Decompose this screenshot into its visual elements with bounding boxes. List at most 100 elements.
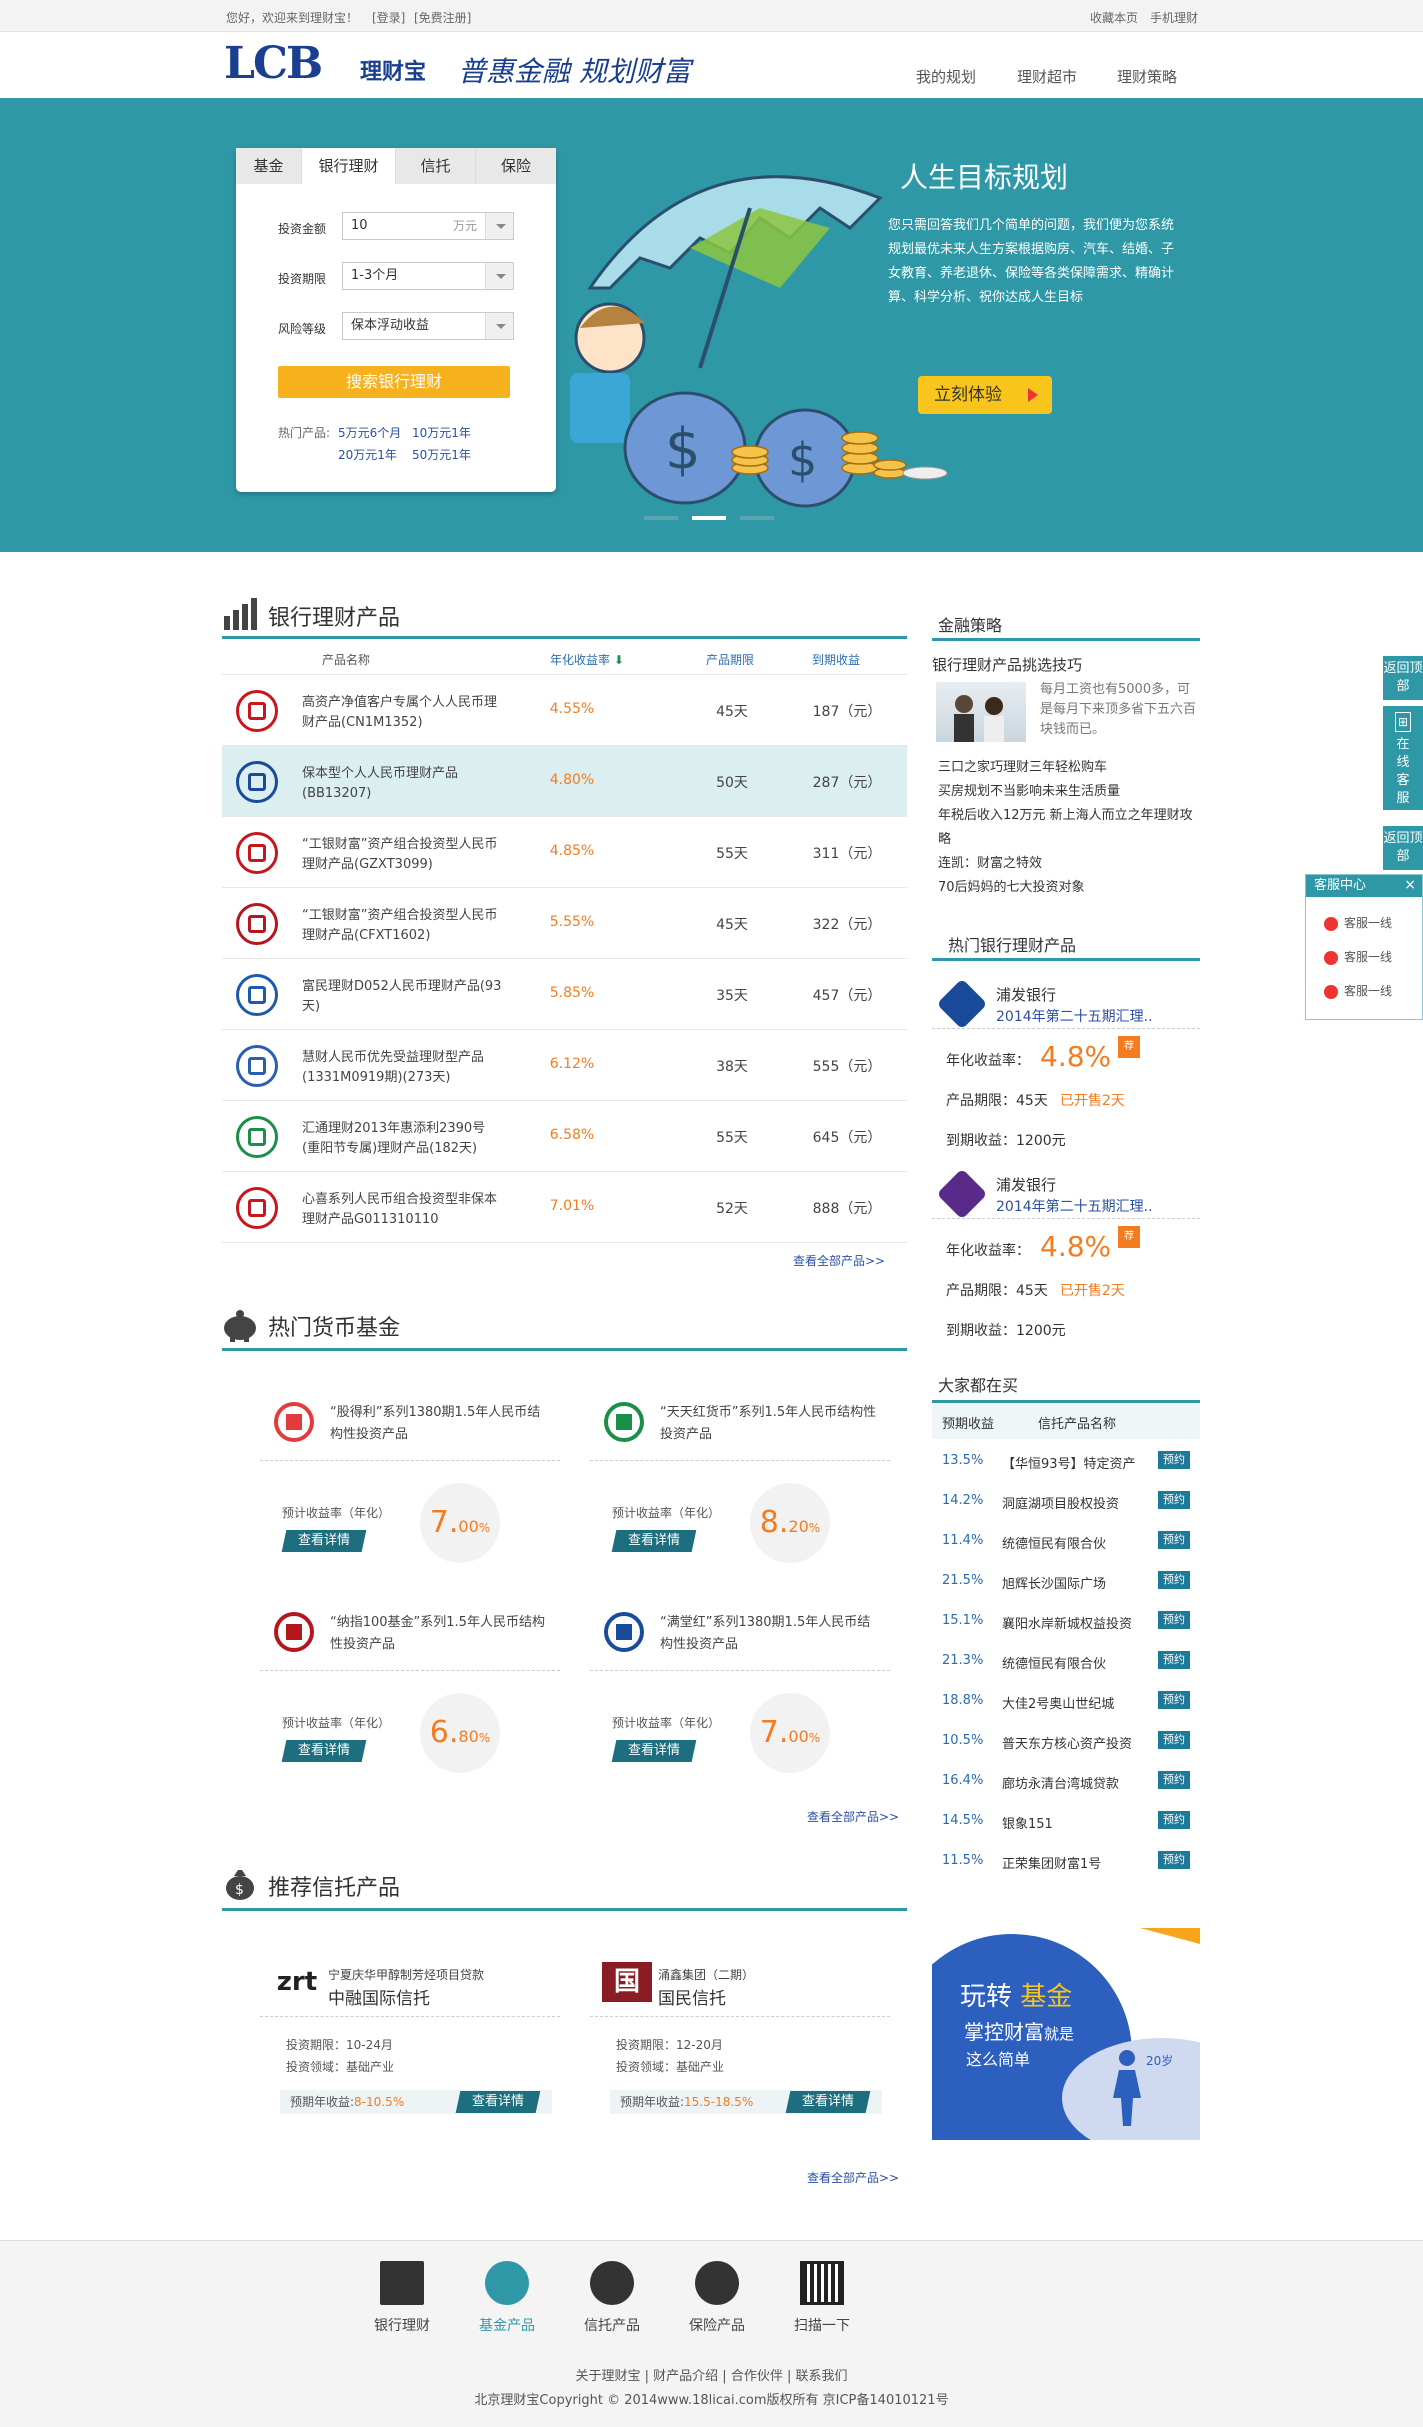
trusts-more-link[interactable]: 查看全部产品>> [807,2169,899,2186]
reserve-button[interactable]: 预约 [1158,1531,1190,1549]
fund-detail-button[interactable]: 查看详情 [611,1530,697,1552]
hot-bank-card[interactable]: 浦发银行 2014年第二十五期汇理.. 年化收益率： 4.8% 荐产品期限：45天 已开售… [932,1158,1200,1339]
col-rate[interactable]: 年化收益率 ⬇ [550,651,624,668]
buying-row[interactable]: 21.3% 统德恒民有限合伙 预约 [932,1641,1200,1681]
service-item[interactable]: 客服一线 [1312,945,1416,969]
buying-row[interactable]: 10.5% 普天东方核心资产投资 预约 [932,1721,1200,1761]
product-name[interactable]: 富民理财D052人民币理财产品(93天) [302,977,502,1017]
hot-bank-card[interactable]: 浦发银行 2014年第二十五期汇理.. 年化收益率： 4.8% 荐产品期限：45天 已开售… [932,968,1200,1149]
risk-select[interactable]: 保本浮动收益 [342,312,514,340]
buying-row[interactable]: 13.5% 【华恒93号】特定资产 预约 [932,1441,1200,1481]
buying-row[interactable]: 16.4% 廊坊永清台湾城贷款 预约 [932,1761,1200,1801]
table-row[interactable]: 富民理财D052人民币理财产品(93天) 5.85% 35天 457（元） [222,959,907,1030]
product-name[interactable]: 心喜系列人民币组合投资型非保本理财产品G011310110 [302,1190,502,1230]
cta-button[interactable]: 立刻体验 [918,376,1052,414]
reserve-button[interactable]: 预约 [1158,1571,1190,1589]
reserve-button[interactable]: 预约 [1158,1731,1190,1749]
buying-name[interactable]: 襄阳水岸新城权益投资 [1002,1613,1132,1632]
slider-dot[interactable] [644,516,678,520]
buying-name[interactable]: 旭辉长沙国际广场 [1002,1573,1106,1592]
hot-link-1[interactable]: 5万元6个月 [338,424,401,441]
table-row[interactable]: “工银财富”资产组合投资型人民币理财产品(CFXT1602) 5.55% 45天 32… [222,888,907,959]
buying-name[interactable]: 银象151 [1002,1813,1053,1832]
tab-bank[interactable]: 银行理财 [302,148,396,184]
hot-link-3[interactable]: 20万元1年 [338,446,397,463]
product-name[interactable]: 保本型个人人民币理财产品(BB13207) [302,764,502,804]
fund-name[interactable]: “股得利”系列1380期1.5年人民币结构性投资产品 [330,1402,550,1446]
buying-row[interactable]: 18.8% 大佳2号奥山世纪城 预约 [932,1681,1200,1721]
product-name[interactable]: 高资产净值客户专属个人人民币理财产品(CN1M1352) [302,693,502,733]
footer-nav-1[interactable]: 基金产品 [457,2261,557,2335]
strategy-link[interactable]: 三口之家巧理财三年轻松购车 [938,756,1200,780]
table-row[interactable]: 保本型个人人民币理财产品(BB13207) 4.80% 50天 287（元） [222,746,907,817]
hot-product-name[interactable]: 2014年第二十五期汇理.. [996,1196,1153,1216]
strategy-link[interactable]: 连凯：财富之特效 [938,852,1200,876]
buying-row[interactable]: 15.1% 襄阳水岸新城权益投资 预约 [932,1601,1200,1641]
buying-row[interactable]: 11.4% 统德恒民有限合伙 预约 [932,1521,1200,1561]
buying-row[interactable]: 14.5% 银象151 预约 [932,1801,1200,1841]
hot-link-2[interactable]: 10万元1年 [412,424,471,441]
table-row[interactable]: 汇通理财2013年惠添利2390号(重阳节专属)理财产品(182天) 6.58% 5… [222,1101,907,1172]
fund-name[interactable]: “满堂红”系列1380期1.5年人民币结构性投资产品 [660,1612,880,1656]
buying-name[interactable]: 【华恒93号】特定资产 [1002,1453,1136,1472]
slider-dot[interactable] [740,516,774,520]
nav-strategy[interactable]: 理财策略 [1117,66,1177,87]
close-icon[interactable]: × [1404,877,1416,893]
trust-company[interactable]: 中融国际信托 [328,1984,430,2009]
service-item[interactable]: 客服一线 [1312,979,1416,1003]
table-row[interactable]: 慧财人民币优先受益理财型产品(1331M0919期)(273天) 6.12% 38天… [222,1030,907,1101]
buying-row[interactable]: 14.2% 洞庭湖项目股权投资 预约 [932,1481,1200,1521]
tab-fund[interactable]: 基金 [236,148,302,184]
product-name[interactable]: “工银财富”资产组合投资型人民币理财产品(GZXT3099) [302,835,502,875]
strategy-link[interactable]: 70后妈妈的七大投资对象 [938,876,1200,900]
back-to-top-button-2[interactable]: 返回顶部 [1383,826,1423,870]
strategy-thumbnail[interactable] [936,682,1026,742]
reserve-button[interactable]: 预约 [1158,1491,1190,1509]
tab-trust[interactable]: 信托 [396,148,476,184]
reserve-button[interactable]: 预约 [1158,1651,1190,1669]
hot-product-name[interactable]: 2014年第二十五期汇理.. [996,1006,1153,1026]
register-link[interactable]: [免费注册] [414,9,471,26]
bookmark-link[interactable]: 收藏本页 [1090,9,1138,26]
logo[interactable]: LCB [224,38,323,89]
funds-more-link[interactable]: 查看全部产品>> [807,1808,899,1825]
footer-nav-3[interactable]: 保险产品 [667,2261,767,2335]
buying-name[interactable]: 大佳2号奥山世纪城 [1002,1693,1114,1712]
footer-nav-2[interactable]: 信托产品 [562,2261,662,2335]
buying-name[interactable]: 统德恒民有限合伙 [1002,1533,1106,1552]
reserve-button[interactable]: 预约 [1158,1851,1190,1869]
fund-detail-button[interactable]: 查看详情 [281,1530,367,1552]
trust-company[interactable]: 国民信托 [658,1984,726,2009]
reserve-button[interactable]: 预约 [1158,1451,1190,1469]
service-item[interactable]: 客服一线 [1312,911,1416,935]
product-name[interactable]: “工银财富”资产组合投资型人民币理财产品(CFXT1602) [302,906,502,946]
buying-row[interactable]: 11.5% 正荣集团财富1号 预约 [932,1841,1200,1881]
tab-insurance[interactable]: 保险 [476,148,556,184]
reserve-button[interactable]: 预约 [1158,1691,1190,1709]
fund-detail-button[interactable]: 查看详情 [611,1740,697,1762]
product-name[interactable]: 汇通理财2013年惠添利2390号(重阳节专属)理财产品(182天) [302,1119,502,1159]
buying-name[interactable]: 廊坊永清台湾城贷款 [1002,1773,1119,1792]
reserve-button[interactable]: 预约 [1158,1611,1190,1629]
hot-link-4[interactable]: 50万元1年 [412,446,471,463]
back-to-top-button[interactable]: 返回顶部 [1383,656,1423,700]
col-return[interactable]: 到期收益 [812,651,860,668]
term-select[interactable]: 1-3个月 [342,262,514,290]
table-row[interactable]: “工银财富”资产组合投资型人民币理财产品(GZXT3099) 4.85% 55天 31… [222,817,907,888]
trust-detail-button[interactable]: 查看详情 [785,2091,871,2113]
trust-project[interactable]: 宁夏庆华甲醇制芳烃项目贷款 [328,1966,484,1983]
online-service-button[interactable]: ⊞ 在线客服 [1383,706,1423,810]
reserve-button[interactable]: 预约 [1158,1771,1190,1789]
bank-more-link[interactable]: 查看全部产品>> [793,1252,885,1269]
strategy-headline[interactable]: 银行理财产品挑选技巧 [932,654,1082,675]
nav-my-plan[interactable]: 我的规划 [916,66,976,87]
fund-name[interactable]: “天天红货币”系列1.5年人民币结构性投资产品 [660,1402,880,1446]
strategy-link[interactable]: 年税后收入12万元 新上海人而立之年理财攻略 [938,804,1200,852]
footer-nav-0[interactable]: 银行理财 [352,2261,452,2335]
chevron-down-icon[interactable] [485,263,513,289]
chevron-down-icon[interactable] [485,213,513,239]
col-term[interactable]: 产品期限 [706,651,754,668]
search-button[interactable]: 搜索银行理财 [278,366,510,398]
promo-banner[interactable]: 玩转 基金 掌控财富就是 这么简单 20岁 [932,1928,1200,2140]
amount-input[interactable]: 10 万元 [342,212,514,240]
